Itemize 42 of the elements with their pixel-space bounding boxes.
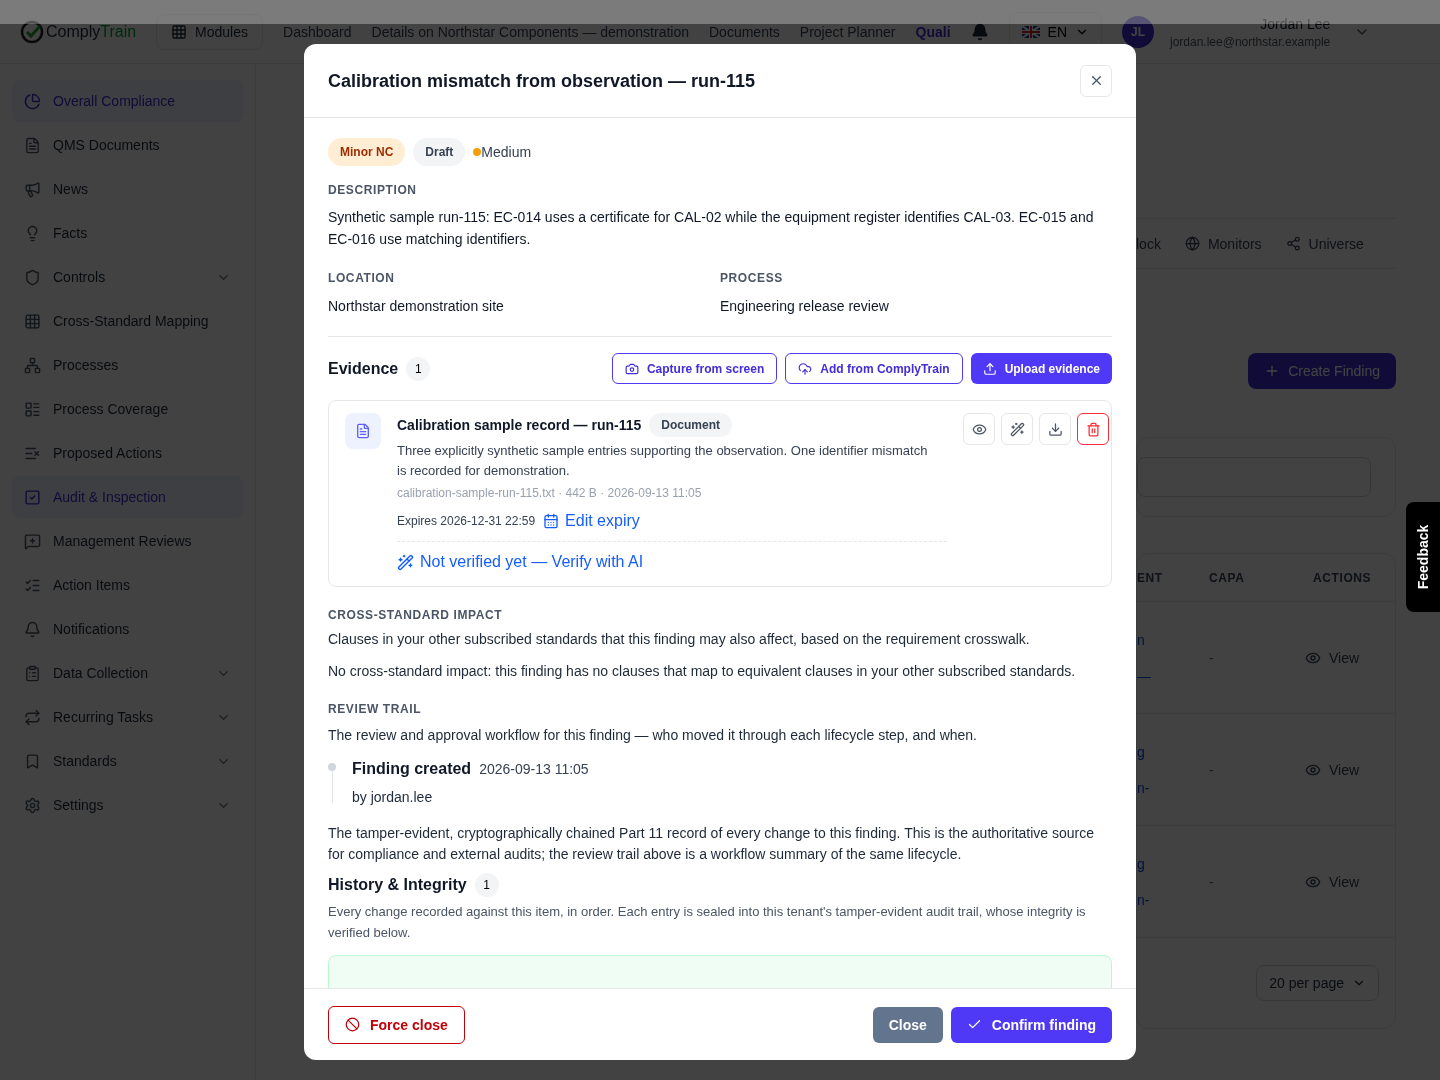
trail-time: 2026-09-13 11:05 [479, 760, 589, 779]
evidence-title: Calibration sample record — run-115 [397, 416, 642, 435]
field-value: Northstar demonstration site [328, 297, 505, 316]
evidence-button[interactable]: Upload evidence [970, 353, 1112, 384]
section-label: CROSS-STANDARD IMPACT [328, 607, 504, 623]
evidence-description: Three explicitly synthetic sample entries supporting the observation. One identifier mismatch is recorded for demonstration. [397, 442, 929, 480]
section-label: REVIEW TRAIL [328, 701, 423, 717]
expiry-text: Expires 2026-12-31 22:59 [397, 513, 536, 529]
section-label: DESCRIPTION [328, 182, 418, 198]
table-cell-text: - [1209, 872, 1215, 892]
evidence-button[interactable]: Add from ComplyTrain [785, 353, 963, 384]
type-badge: Document [649, 413, 732, 437]
verify-link[interactable]: Not verified yet — Verify with AI [397, 550, 947, 574]
count-badge: 1 [406, 356, 431, 381]
dialog-title: Calibration mismatch from observation — run-115 [328, 69, 756, 93]
trail-event: Finding created [352, 759, 472, 779]
evidence-button[interactable]: Capture from screen [611, 353, 778, 384]
count-badge: 1 [474, 873, 499, 897]
table-cell-text: - [1209, 648, 1215, 668]
impact-text: No cross-standard impact: this finding has no clauses that map to equivalent clauses in your other subscribed standards. [328, 662, 1077, 681]
history-intro: Every change recorded against this item, in order. Each entry is sealed into this tenant's tamper-evident audit trail, whose integrity is verified below. [328, 903, 1087, 942]
close-dialog-button[interactable]: Close [872, 1006, 943, 1043]
field-value: Engineering release review [720, 297, 890, 316]
confirm-finding-button[interactable]: Confirm finding [950, 1006, 1112, 1043]
status-badge: Minor NC [328, 138, 406, 166]
section-intro: Clauses in your other subscribed standards that this finding may also affect, based on the requirement crosswalk. [328, 630, 1031, 649]
part11-text: The tamper-evident, cryptographically chained Part 11 record of every change to this finding. This is the authoritative source for compliance and external audits; the review trail above is a workflow summary of the same lifecycle. [328, 824, 1095, 864]
edit-expiry-link[interactable]: Edit expiry [543, 509, 640, 533]
status-badge: Draft [413, 138, 466, 166]
severity-label: Medium [481, 143, 532, 162]
section-intro: The review and approval workflow for this finding — who moved it through each lifecycle step, and when. [328, 726, 978, 745]
trail-author: by jordan.lee [352, 788, 434, 807]
section-title: History & Integrity [328, 875, 467, 895]
file-details: calibration-sample-run-115.txt · 442 B · 2026-09-13 11:05 [397, 485, 703, 501]
description-text: Synthetic sample run-115: EC-014 uses a certificate for CAL-02 while the equipment register identifies CAL-03. EC-015 and EC-016 use matching identifiers. [328, 208, 1095, 249]
force-close-button[interactable]: Force close [328, 1005, 465, 1044]
feedback-tab[interactable]: Feedback [1406, 502, 1440, 612]
field-label: LOCATION [328, 270, 396, 286]
field-label: PROCESS [720, 270, 784, 286]
user-name: Jordan Lee [1260, 14, 1331, 34]
table-cell-text: - [1209, 760, 1215, 780]
section-title: Evidence [328, 358, 399, 379]
